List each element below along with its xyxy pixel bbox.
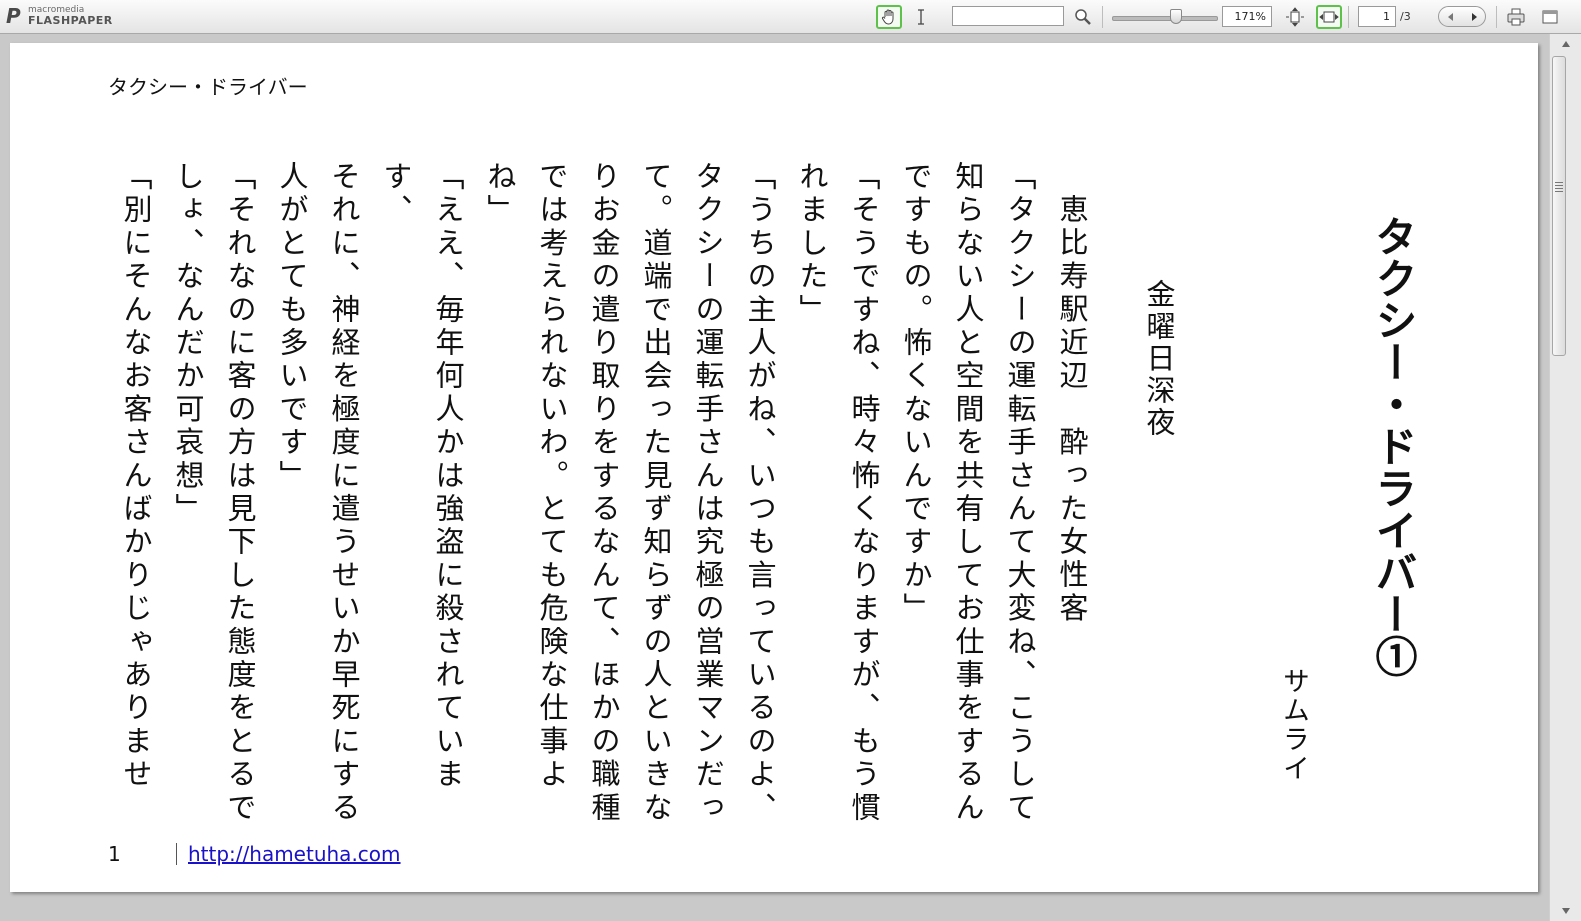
page-number: 1 [108,842,121,866]
body-line: ですもの。怖くないんですか」 [899,161,933,626]
zoom-slider[interactable] [1112,16,1218,21]
scrollbar-grip [1555,182,1563,194]
body-line: 「タクシーの運転手さんて大変ね、こうして [1003,161,1037,825]
text-cursor-icon [918,9,924,25]
footer-divider [176,843,177,865]
search-button[interactable] [1070,5,1096,29]
previous-page-button[interactable] [1439,7,1462,26]
body-line: しょ、なんだか可哀想」 [171,161,205,527]
body-line: では考えられないわ。とても危険な仕事よね」 [483,161,569,792]
toolbar: P macromedia FLASHPAPER 171% 1 /3 [0,0,1581,34]
scroll-down-icon [1561,908,1570,914]
document-viewport[interactable]: タクシー・ドライバー タクシー・ドライバー① サムライ 金曜日深夜 恵比寿駅近辺… [0,34,1549,921]
vertical-scrollbar[interactable] [1549,34,1581,921]
window-icon [1542,10,1558,24]
story-body: 恵比寿駅近辺 酔った女性客 「タクシーの運転手さんて大変ね、こうして 知らない人… [119,161,1098,841]
arrow-left-icon [1447,12,1453,21]
body-line: 「そうですね、時々怖くなりますが、もう慣 [847,161,881,825]
body-line: タクシーの運転手さんは究極の営業マンだっ [691,161,725,825]
footer-link[interactable]: http://hametuha.com [188,842,401,866]
zoom-slider-thumb[interactable] [1170,9,1182,24]
hand-icon [881,9,894,25]
scene-heading: 金曜日深夜 [1142,279,1176,439]
page-navigation [1438,6,1486,27]
body-line: 「それなのに客の方は見下した態度をとるで [223,161,257,825]
body-line: 「別にそんなお客さんばかりじゃありませ [119,161,153,792]
fit-width-icon [1319,11,1339,23]
scrollbar-thumb[interactable] [1552,56,1566,356]
body-line: 「ええ、毎年何人かは強盗に殺されています、 [379,161,465,792]
scroll-up-button[interactable] [1550,36,1581,52]
printer-icon [1507,8,1525,26]
body-line: れました」 [795,161,829,327]
hand-tool-button[interactable] [876,5,902,29]
body-line: 「うちの主人がね、いつも言っているのよ、 [743,161,777,825]
fit-width-button[interactable] [1316,5,1342,29]
body-line: 恵比寿駅近辺 酔った女性客 [1055,194,1089,626]
running-title: タクシー・ドライバー [108,75,308,99]
zoom-field[interactable]: 171% [1222,6,1272,27]
page-number-input[interactable]: 1 [1358,6,1396,27]
author-name: サムライ [1278,667,1309,783]
body-line: て。道端で出会った見ず知らずの人といきな [639,161,673,825]
flashpaper-logo-mark-icon: P [6,4,21,28]
toolbar-separator [1348,6,1349,28]
page-total: /3 [1400,10,1411,23]
scroll-up-icon [1561,41,1570,47]
text-select-tool-button[interactable] [908,5,934,29]
magnifier-icon [1075,9,1091,25]
logo-product: FLASHPAPER [28,14,113,27]
document-page: タクシー・ドライバー タクシー・ドライバー① サムライ 金曜日深夜 恵比寿駅近辺… [10,43,1538,892]
window-button[interactable] [1537,5,1563,29]
body-line: 知らない人と空間を共有してお仕事をするん [951,161,985,825]
arrow-right-icon [1471,12,1477,21]
search-input[interactable] [952,6,1064,26]
story-title: タクシー・ドライバー① [1369,215,1418,677]
body-line: それに、神経を極度に遣うせいか早死にする [327,161,361,825]
body-line: りお金の遣り取りをするなんて、ほかの職種 [587,161,621,825]
next-page-button[interactable] [1462,7,1485,26]
scroll-down-button[interactable] [1550,903,1581,919]
toolbar-separator [1102,6,1103,28]
toolbar-separator [1496,6,1497,28]
body-line: 人がとても多いです」 [275,161,309,493]
fit-height-button[interactable] [1282,5,1308,29]
fit-height-icon [1286,7,1304,27]
print-button[interactable] [1503,5,1529,29]
